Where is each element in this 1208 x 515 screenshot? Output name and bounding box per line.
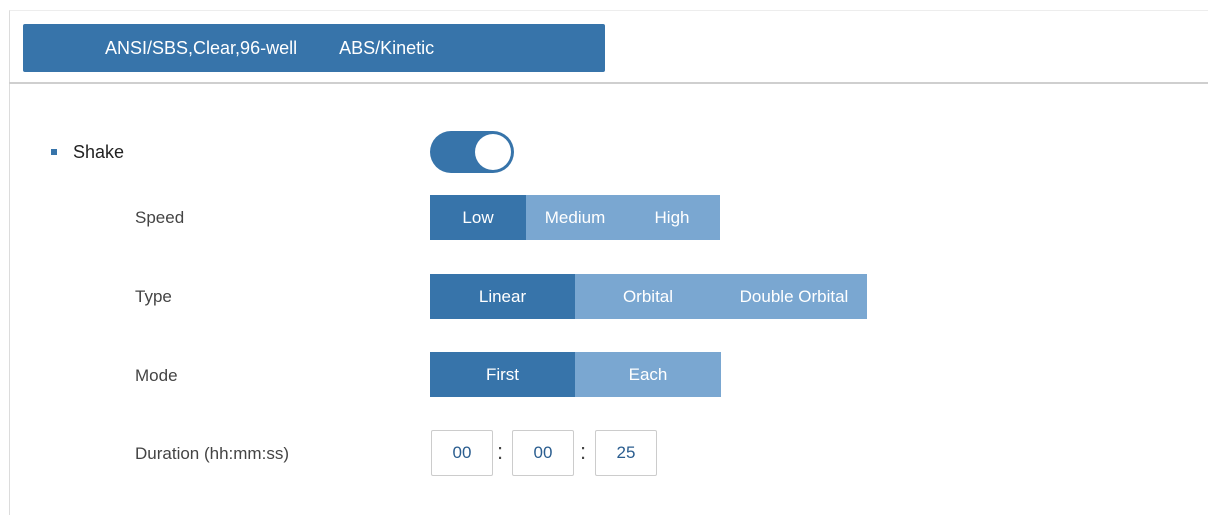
- type-option-double-orbital[interactable]: Double Orbital: [721, 274, 867, 319]
- read-mode-label: ABS/Kinetic: [339, 38, 435, 58]
- header-divider: [9, 82, 1208, 84]
- duration-separator: :: [497, 439, 504, 464]
- duration-label: Duration (hh:mm:ss): [135, 444, 289, 463]
- type-label: Type: [135, 287, 172, 306]
- mode-option-each[interactable]: Each: [575, 352, 721, 397]
- mode-selector: First Each: [430, 352, 721, 397]
- speed-option-high[interactable]: High: [624, 195, 720, 240]
- type-option-orbital[interactable]: Orbital: [575, 274, 721, 319]
- type-selector: Linear Orbital Double Orbital: [430, 274, 867, 319]
- speed-label: Speed: [135, 208, 185, 227]
- duration-minutes-input[interactable]: 00: [512, 430, 574, 476]
- speed-option-medium[interactable]: Medium: [526, 195, 624, 240]
- duration-separator: :: [580, 439, 587, 464]
- section-bullet-icon: [51, 149, 57, 155]
- duration-seconds-input[interactable]: 25: [595, 430, 657, 476]
- duration-hours-input[interactable]: 00: [431, 430, 493, 476]
- type-option-linear[interactable]: Linear: [430, 274, 575, 319]
- toggle-knob: [475, 134, 511, 170]
- mode-option-first[interactable]: First: [430, 352, 575, 397]
- plate-type-label: ANSI/SBS,Clear,96-well: [105, 38, 298, 58]
- method-header: ANSI/SBS,Clear,96-well ABS/Kinetic: [23, 24, 605, 72]
- shake-label: Shake: [73, 142, 125, 162]
- speed-selector: Low Medium High: [430, 195, 720, 240]
- speed-option-low[interactable]: Low: [430, 195, 526, 240]
- shake-toggle[interactable]: [430, 131, 514, 173]
- mode-label: Mode: [135, 366, 178, 385]
